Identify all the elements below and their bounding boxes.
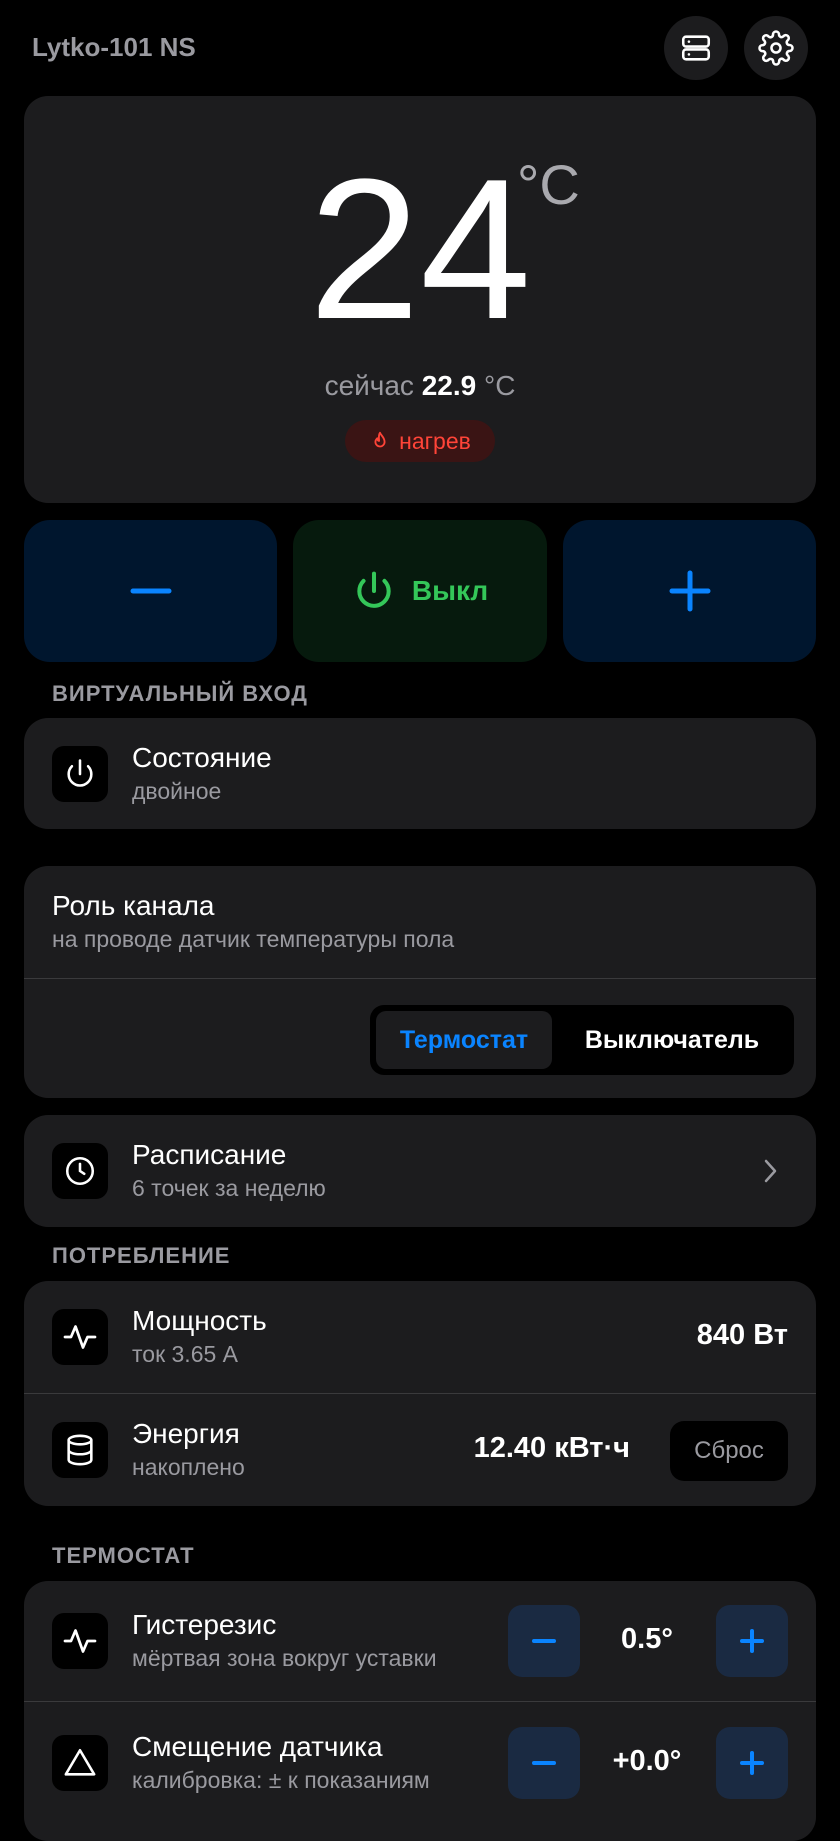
state-value: двойное [132,778,222,804]
power-label: Выкл [411,575,489,606]
app-title: Lytko-101 NS [32,32,196,62]
state-card: Состояние двойное [24,718,816,829]
schedule-subtitle: 6 точек за неделю [132,1175,326,1201]
energy-value: 12.40 кВт·ч [473,1432,630,1464]
consumption-card: Мощность ток 3.65 А 840 Вт Энергия накоп… [24,1281,816,1506]
heating-status-badge: нагрев [345,420,495,462]
role-segmented-control: Термостат Выключатель [370,1005,794,1075]
section-consumption: ПОТРЕБЛЕНИЕ [52,1243,231,1268]
hysteresis-value: 0.5° [621,1623,673,1655]
server-icon [681,35,711,61]
energy-reset-button[interactable]: Сброс [670,1421,788,1481]
divider [24,1393,816,1394]
setpoint-unit: °C [517,153,580,216]
current-temperature: сейчас 22.9 °C [24,370,816,402]
minus-icon [130,588,171,594]
setpoint-card: 24 °C сейчас 22.9 °C нагрев [24,96,816,503]
settings-button[interactable] [744,16,808,80]
state-icon-box [52,746,108,802]
current-unit: °C [484,370,516,401]
schedule-icon-box [52,1143,108,1199]
minus-icon [532,1639,556,1643]
power-meter-icon-box [52,1309,108,1365]
section-thermostat: ТЕРМОСТАТ [52,1543,195,1568]
increase-setpoint-button[interactable] [563,520,816,662]
triangle-icon [64,1748,96,1776]
power-icon [67,759,93,787]
divider [24,1701,816,1702]
divider [24,978,816,979]
pulse-icon [63,1325,97,1349]
current-value: 22.9 [421,370,477,401]
hysteresis-title: Гистерезис [132,1609,277,1640]
offset-increase-button[interactable] [716,1727,788,1799]
minus-icon [532,1761,556,1765]
setpoint-value: 24 [308,138,532,361]
offset-subtitle: калибровка: ± к показаниям [132,1767,430,1793]
database-icon [67,1434,93,1466]
hysteresis-increase-button[interactable] [716,1605,788,1677]
energy-icon-box [52,1422,108,1478]
power-button[interactable]: Выкл [293,520,547,662]
power-title: Мощность [132,1305,267,1336]
hysteresis-decrease-button[interactable] [508,1605,580,1677]
section-virtual-input: ВИРТУАЛЬНЫЙ ВХОД [52,681,308,706]
role-option-thermostat[interactable]: Термостат [376,1011,552,1069]
power-icon [357,571,391,608]
decrease-setpoint-button[interactable] [24,520,277,662]
devices-button[interactable] [664,16,728,80]
flame-icon [374,431,386,448]
offset-value: +0.0° [612,1745,682,1777]
power-subtitle: ток 3.65 А [132,1341,239,1367]
thermostat-settings-card: Гистерезис мёртвая зона вокруг уставки 0… [24,1581,816,1841]
channel-role-subtitle: на проводе датчик температуры пола [52,926,455,952]
clock-icon [65,1156,95,1186]
pulse-icon [63,1629,97,1653]
hysteresis-subtitle: мёртвая зона вокруг уставки [132,1645,437,1671]
plus-icon [669,570,710,612]
schedule-title: Расписание [132,1139,287,1170]
status-label: нагрев [399,427,471,454]
plus-icon [740,1629,764,1653]
channel-role-title: Роль канала [52,890,215,921]
schedule-row[interactable]: Расписание 6 точек за неделю [24,1115,816,1227]
offset-title: Смещение датчика [132,1731,383,1762]
energy-subtitle: накоплено [132,1454,245,1480]
current-prefix: сейчас [324,370,414,401]
power-value: 840 Вт [696,1319,788,1351]
offset-decrease-button[interactable] [508,1727,580,1799]
role-option-switch[interactable]: Выключатель [556,1011,788,1069]
energy-title: Энергия [132,1418,240,1449]
gear-icon [758,30,794,66]
plus-icon [740,1751,764,1775]
state-title: Состояние [132,742,272,773]
chevron-right-icon [764,1159,777,1183]
channel-role-card: Роль канала на проводе датчик температур… [24,866,816,1098]
offset-icon-box [52,1735,108,1791]
hysteresis-icon-box [52,1613,108,1669]
